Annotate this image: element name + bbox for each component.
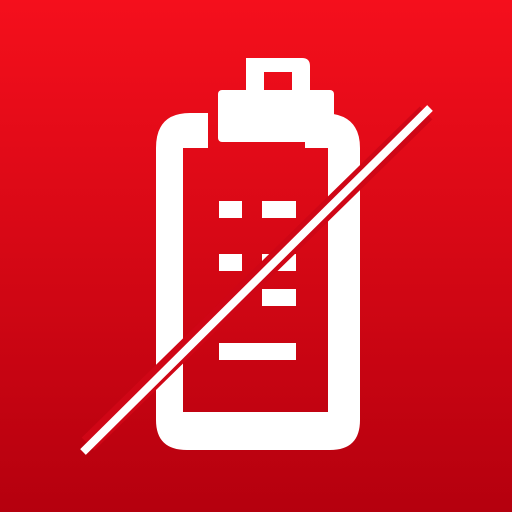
checklist-line [262, 201, 296, 218]
checklist-line [233, 343, 296, 360]
checklist-bullet [219, 254, 242, 271]
clipboard-checklist-disabled-icon [0, 0, 512, 512]
checklist-bullet [219, 201, 242, 218]
clipboard-clip [218, 90, 334, 142]
checklist-line [262, 289, 296, 306]
app-icon[interactable] [0, 0, 512, 512]
